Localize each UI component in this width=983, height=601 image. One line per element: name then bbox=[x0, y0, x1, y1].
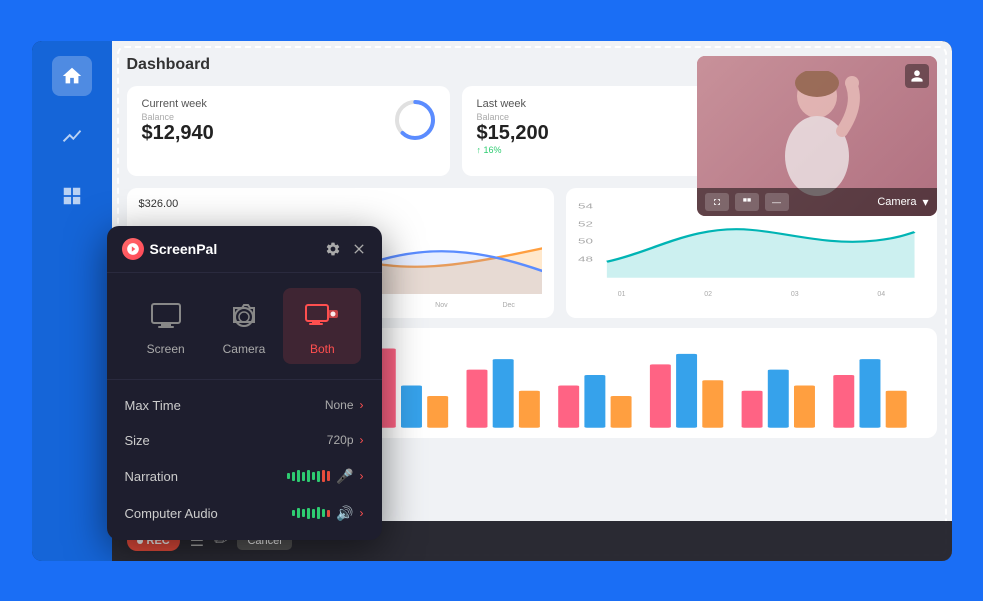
camera-overlay: — Camera ▾ bbox=[697, 56, 937, 216]
settings-label-audio: Computer Audio bbox=[125, 506, 293, 521]
settings-arrow-narration: › bbox=[360, 469, 364, 483]
speaker-icon: 🔊 bbox=[336, 505, 353, 522]
camera-toolbar: — Camera ▾ bbox=[697, 188, 937, 216]
panel-header: ScreenPal bbox=[107, 226, 382, 273]
cam-btn-mode[interactable] bbox=[735, 193, 759, 211]
chart-label: $326.00 bbox=[139, 198, 543, 210]
card-period-1: Current week bbox=[142, 98, 435, 110]
audio-bars bbox=[292, 507, 330, 519]
cam-btn-minimize[interactable]: — bbox=[765, 193, 789, 211]
settings-row-maxtime[interactable]: Max Time None › bbox=[107, 388, 382, 423]
mode-camera-label: Camera bbox=[223, 342, 266, 356]
card-balance-label-1: Balance bbox=[142, 112, 435, 122]
screen-mode-icon bbox=[146, 296, 186, 336]
settings-row-audio[interactable]: Computer Audio 🔊 › bbox=[107, 495, 382, 532]
cam-label: Camera bbox=[877, 196, 916, 208]
svg-text:52: 52 bbox=[578, 220, 593, 228]
mode-camera-button[interactable]: Camera bbox=[205, 288, 283, 364]
settings-value-maxtime: None bbox=[325, 398, 354, 412]
mode-screen-button[interactable]: Screen bbox=[127, 288, 205, 364]
settings-label-narration: Narration bbox=[125, 469, 288, 484]
svg-text:50: 50 bbox=[578, 237, 593, 245]
panel-logo: ScreenPal bbox=[122, 238, 325, 260]
settings-row-size[interactable]: Size 720p › bbox=[107, 423, 382, 458]
mode-screen-label: Screen bbox=[147, 342, 185, 356]
main-container: Dashboard Current week Balance $12,940 L… bbox=[32, 41, 952, 561]
sidebar-item-home[interactable] bbox=[52, 56, 92, 96]
sidebar bbox=[32, 41, 112, 561]
card-amount-1: $12,940 bbox=[142, 122, 435, 145]
both-mode-icon bbox=[302, 296, 342, 336]
cam-person-icon bbox=[905, 64, 929, 88]
settings-row-narration[interactable]: Narration 🎤 › bbox=[107, 458, 382, 495]
screenpal-panel: ScreenPal bbox=[107, 226, 382, 540]
card-icon-1 bbox=[393, 98, 438, 148]
settings-label-maxtime: Max Time bbox=[125, 398, 325, 413]
cam-btn-fullscreen[interactable] bbox=[705, 193, 729, 211]
camera-mode-icon bbox=[224, 296, 264, 336]
svg-text:54: 54 bbox=[578, 202, 593, 210]
settings-list: Max Time None › Size 720p › Narration bbox=[107, 380, 382, 540]
screenpal-logo-icon bbox=[122, 238, 144, 260]
person-silhouette bbox=[767, 71, 867, 201]
panel-actions bbox=[325, 241, 367, 257]
settings-label-size: Size bbox=[125, 433, 327, 448]
sidebar-item-analytics[interactable] bbox=[52, 116, 92, 156]
settings-button[interactable] bbox=[325, 241, 341, 257]
mode-both-button[interactable]: Both bbox=[283, 288, 361, 364]
narration-audio-bars bbox=[287, 470, 330, 482]
svg-text:48: 48 bbox=[578, 255, 593, 263]
screenpal-logo-text: ScreenPal bbox=[150, 241, 218, 257]
x-labels-area: 01 02 03 04 bbox=[578, 291, 924, 298]
cam-dropdown-icon[interactable]: ▾ bbox=[922, 195, 928, 209]
mode-selector: Screen Camera bbox=[107, 273, 382, 380]
mode-both-label: Both bbox=[310, 342, 335, 356]
settings-arrow-maxtime: › bbox=[360, 398, 364, 412]
close-button[interactable] bbox=[351, 241, 367, 257]
settings-value-size: 720p bbox=[327, 433, 354, 447]
settings-arrow-audio: › bbox=[360, 506, 364, 520]
card-current-week: Current week Balance $12,940 bbox=[127, 86, 450, 176]
sidebar-item-grid[interactable] bbox=[52, 176, 92, 216]
settings-arrow-size: › bbox=[360, 433, 364, 447]
mic-icon: 🎤 bbox=[336, 468, 353, 485]
